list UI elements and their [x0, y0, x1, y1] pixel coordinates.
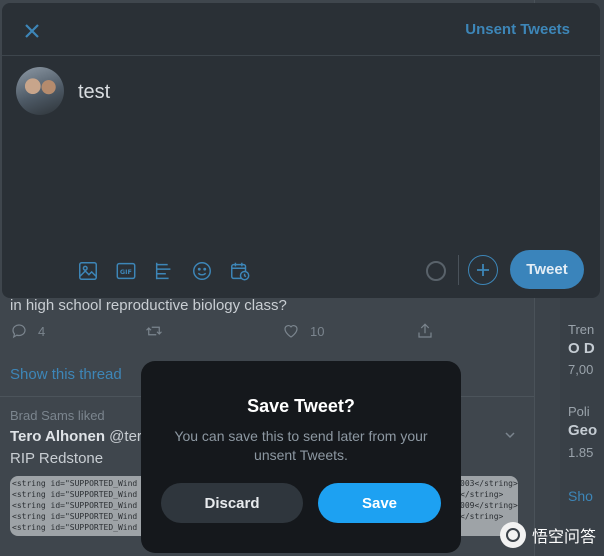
liked-by-label: Brad Sams liked: [10, 408, 105, 423]
unsent-tweets-link[interactable]: Unsent Tweets: [465, 21, 570, 38]
trend2-label: Poli: [568, 404, 590, 419]
poll-icon[interactable]: [152, 259, 176, 283]
emoji-icon[interactable]: [190, 259, 214, 283]
show-more-link[interactable]: Sho: [568, 488, 604, 504]
code-line-right: </string>: [460, 512, 504, 521]
reply-count: 4: [38, 323, 46, 339]
author-name[interactable]: Tero Alhonen: [10, 428, 105, 445]
dialog-message: You can save this to send later from you…: [174, 428, 428, 463]
add-tweet-button[interactable]: [468, 255, 498, 285]
svg-text:GIF: GIF: [120, 268, 132, 276]
avatar[interactable]: [16, 67, 64, 115]
share-action[interactable]: [416, 322, 434, 340]
retweet-icon: [146, 326, 162, 336]
save-button[interactable]: Save: [318, 483, 441, 523]
dialog-title: Save Tweet?: [247, 396, 355, 416]
share-icon: [418, 323, 432, 338]
code-line: <string id="SUPPORTED_Wind: [12, 523, 138, 532]
code-line-right: </string>: [460, 490, 504, 499]
image-icon[interactable]: [76, 259, 100, 283]
like-action[interactable]: 10: [282, 322, 324, 340]
gif-icon[interactable]: GIF: [114, 259, 138, 283]
tweet-author[interactable]: Tero Alhonen @ter: [10, 428, 142, 445]
compose-header: Unsent Tweets: [2, 3, 600, 56]
heart-icon: [284, 325, 298, 338]
trend2-title[interactable]: Geo: [568, 422, 604, 439]
watermark-logo-icon: [499, 522, 526, 548]
discard-button[interactable]: Discard: [161, 483, 303, 523]
code-line-right: 003</string>: [460, 479, 518, 488]
code-line: <string id="SUPPORTED_Wind: [12, 512, 138, 521]
compose-modal: Unsent Tweets test GIF Tweet: [2, 3, 600, 298]
save-tweet-dialog: Save Tweet? You can save this to send la…: [141, 361, 461, 553]
watermark: 悟空问答: [499, 522, 596, 548]
tweet2-text: RIP Redstone: [10, 450, 104, 467]
close-button[interactable]: [20, 19, 44, 43]
code-line: <string id="SUPPORTED_Wind: [12, 479, 138, 488]
compose-textarea[interactable]: test: [78, 81, 110, 104]
chevron-down-icon[interactable]: [505, 430, 515, 440]
reply-icon: [12, 324, 26, 339]
show-thread-link[interactable]: Show this thread: [10, 366, 122, 383]
trend-label: Tren: [568, 322, 595, 337]
tweet-actions: 4 10: [0, 322, 534, 350]
close-icon: [25, 24, 39, 38]
tweet-button[interactable]: Tweet: [510, 250, 584, 289]
trend2-count: 1.85: [568, 445, 594, 460]
trend-title[interactable]: O D: [568, 340, 604, 357]
code-line: <string id="SUPPORTED_Wind: [12, 490, 138, 499]
plus-icon: [477, 264, 489, 276]
tweet-text: in high school reproductive biology clas…: [10, 297, 287, 314]
compose-toolbar: GIF: [76, 259, 252, 283]
code-line: <string id="SUPPORTED_Wind: [12, 501, 138, 510]
toolbar-divider: [458, 255, 459, 285]
schedule-icon[interactable]: [228, 259, 252, 283]
reply-action[interactable]: 4: [10, 322, 45, 340]
code-line-right: 009</string>: [460, 501, 518, 510]
retweet-action[interactable]: [144, 322, 164, 340]
trend-count: 7,00: [568, 362, 594, 377]
character-progress-ring: [426, 261, 446, 281]
watermark-text: 悟空问答: [531, 527, 596, 546]
author-handle: @ter: [109, 428, 142, 445]
like-count: 10: [310, 323, 325, 339]
